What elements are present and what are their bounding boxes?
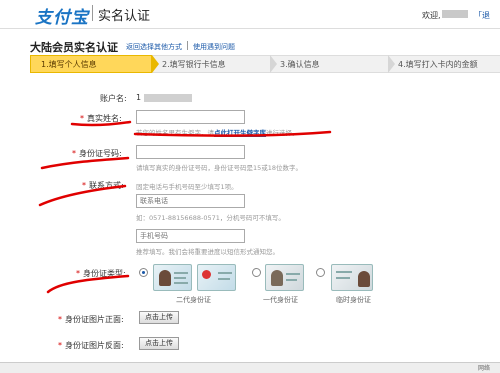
contact-hint: 固定电话与手机号码至少填写1项。 (136, 183, 238, 191)
required-mark: * (76, 269, 80, 278)
required-mark: * (58, 341, 62, 350)
welcome-text: 欢迎, (422, 11, 441, 20)
card-line (218, 278, 230, 280)
temporary-id-icon (331, 264, 373, 291)
header-title: 实名认证 (98, 9, 151, 24)
progress-steps: 1.填写个人信息 2.填写银行卡信息 3.确认信息 4.填写打入卡内的金额 (30, 55, 500, 73)
logout-link[interactable]: 「退 (474, 10, 490, 21)
upload-front-button[interactable]: 点击上传 (139, 311, 179, 324)
id-photo-face (271, 270, 283, 286)
step-arrow-icon (388, 55, 395, 73)
name-hint-prefix: 若您的姓名里有生僻字，请 (136, 129, 214, 137)
required-mark: * (72, 149, 76, 158)
card-line (336, 271, 352, 273)
status-text: 网络 (478, 365, 491, 372)
id-type-label-text: 身份证类型: (83, 269, 126, 278)
card-line (286, 273, 300, 275)
other-method-link[interactable]: 返回选择其他方式 (126, 42, 182, 52)
id-number-input[interactable] (136, 145, 245, 159)
required-mark: * (80, 114, 84, 123)
id-type-first-gen-radio[interactable] (252, 268, 261, 277)
name-label-text: 真实姓名: (87, 114, 122, 123)
card-line (218, 272, 232, 274)
username-redacted (442, 10, 468, 18)
id-back-label-text: 身份证图片反面: (65, 341, 124, 350)
id-number-hint: 请填写真实的身份证号码，身份证号码是15或18位数字。 (136, 164, 303, 172)
id-type-temporary-label: 临时身份证 (336, 296, 371, 304)
account-value: 1 (136, 93, 142, 102)
id-type-second-gen-radio[interactable] (139, 268, 148, 277)
name-hint: 若您的姓名里有生僻字，请点此打开生僻字库进行选择。 (136, 127, 299, 137)
header-divider (92, 5, 93, 21)
phone-input[interactable] (136, 194, 245, 208)
id-type-first-gen-label: 一代身份证 (263, 296, 298, 304)
id-number-label-text: 身份证号码: (79, 149, 122, 158)
required-mark: * (82, 181, 86, 190)
second-gen-id-back-icon (153, 264, 192, 291)
alipay-logo[interactable]: 支付宝 (35, 3, 89, 28)
real-name-input[interactable] (136, 110, 245, 124)
id-type-temporary-radio[interactable] (316, 268, 325, 277)
underline-id-mark (40, 156, 130, 170)
second-gen-id-front-icon (197, 264, 236, 291)
help-link[interactable]: 使用遇到问题 (193, 42, 235, 52)
id-front-label-text: 身份证图片正面: (65, 315, 124, 324)
first-gen-id-icon (265, 264, 304, 291)
page-title: 大陆会员实名认证 (30, 41, 118, 54)
card-line (174, 282, 188, 284)
step-2: 2.填写银行卡信息 (152, 55, 270, 73)
card-line (286, 279, 297, 281)
account-value-redacted (144, 94, 192, 102)
contact-label-text: 联系方式: (89, 181, 124, 190)
mobile-input[interactable] (136, 229, 245, 243)
link-separator (187, 41, 188, 50)
id-photo-face (358, 271, 370, 287)
step-4: 4.填写打入卡内的金额 (388, 55, 500, 73)
rare-char-link[interactable]: 点此打开生僻字库 (214, 129, 266, 137)
contact-label: * 联系方式: (82, 180, 124, 191)
browser-status-bar (0, 362, 500, 373)
step-arrow-icon (270, 55, 277, 73)
id-photo-face (159, 270, 171, 286)
id-number-label: * 身份证号码: (72, 148, 122, 159)
header-divider-line (0, 28, 500, 29)
upload-back-button[interactable]: 点击上传 (139, 337, 179, 350)
step-1: 1.填写个人信息 (30, 55, 152, 73)
phone-example: 如：0571-88156688-0571，分机号码可不填写。 (136, 214, 285, 222)
id-back-label: * 身份证图片反面: (58, 340, 124, 351)
card-line (174, 277, 186, 279)
id-front-label: * 身份证图片正面: (58, 314, 124, 325)
name-hint-suffix: 进行选择。 (266, 129, 299, 137)
required-mark: * (58, 315, 62, 324)
card-line (174, 272, 188, 274)
name-label: * 真实姓名: (80, 113, 122, 124)
step-arrow-icon (152, 55, 159, 73)
id-type-label: * 身份证类型: (76, 268, 126, 279)
step-3: 3.确认信息 (270, 55, 388, 73)
account-label: 账户名: (100, 94, 127, 103)
id-type-second-gen-label: 二代身份证 (176, 296, 211, 304)
mobile-hint: 推荐填写。我们会将重要进度以短信形式通知您。 (136, 248, 279, 256)
card-line (336, 277, 350, 279)
